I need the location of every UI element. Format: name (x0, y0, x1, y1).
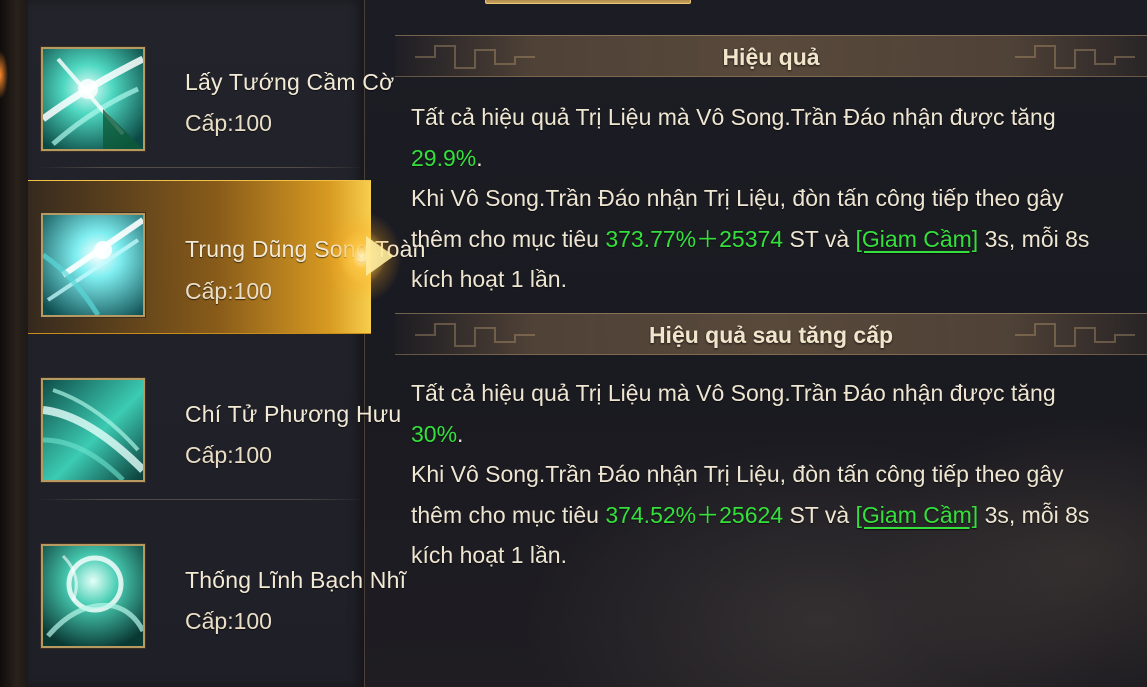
text-segment: ST và (783, 225, 856, 252)
upgrade-effect-title: Hiệu quả sau tăng cấp (648, 322, 894, 348)
skill-level: Cấp:100 (185, 278, 272, 304)
upgrade-effect-header: Hiệu quả sau tăng cấp (395, 313, 1147, 355)
damage-value: 373.77%＋25374 (605, 225, 784, 252)
skill-name: Lấy Tướng Cầm Cờ (185, 69, 395, 95)
damage-value: 374.52%＋25624 (605, 501, 784, 528)
text-segment: Tất cả hiệu quả Trị Liệu mà Vô Song.Trần… (411, 380, 1056, 406)
text-segment: . (457, 420, 464, 447)
skill-level: Cấp:100 (185, 608, 272, 634)
status-link[interactable]: [Giam Cầm] (856, 502, 979, 528)
wind-sweep-icon (41, 378, 145, 482)
green-slash-icon (41, 47, 145, 151)
effect-description: Tất cả hiệu quả Trị Liệu mà Vô Song.Trần… (411, 97, 1101, 300)
top-tab-edge (485, 0, 691, 4)
upgrade-effect-description: Tất cả hiệu quả Trị Liệu mà Vô Song.Trần… (411, 373, 1101, 576)
skill-item-lay-tuong-cam-co[interactable]: Lấy Tướng Cầm Cờ Cấp:100 (28, 14, 394, 168)
effect-value: 29.9% (411, 144, 477, 171)
skill-level: Cấp:100 (185, 110, 272, 136)
text-segment: ST và (783, 501, 856, 528)
effect-value: 30% (411, 420, 458, 447)
divider (38, 167, 365, 168)
text-segment: Tất cả hiệu quả Trị Liệu mà Vô Song.Trần… (411, 104, 1056, 130)
effect-header: Hiệu quả (395, 35, 1147, 77)
skill-name: Trung Dũng Song Toàn (185, 236, 426, 262)
skill-name: Thống Lĩnh Bạch Nhĩ (185, 567, 407, 593)
text-segment: . (476, 144, 483, 171)
skill-item-thong-linh-bach-nhi[interactable]: Thống Lĩnh Bạch Nhĩ Cấp:100 (28, 512, 406, 666)
skill-name: Chí Tử Phương Hưu (185, 401, 402, 427)
skill-level: Cấp:100 (185, 442, 272, 468)
skill-item-trung-dung-song-toan[interactable]: Trung Dũng Song Toàn Cấp:100 (28, 180, 425, 334)
frame-left-edge (0, 0, 30, 687)
skill-item-chi-tu-phuong-huu[interactable]: Chí Tử Phương Hưu Cấp:100 (28, 346, 401, 500)
effect-title: Hiệu quả (722, 44, 820, 70)
ember-glow (0, 50, 10, 100)
divider (38, 499, 365, 500)
ice-strike-icon (41, 213, 145, 317)
spirit-orb-icon (41, 544, 145, 648)
skill-list: Lấy Tướng Cầm Cờ Cấp:100 Trung Dũng Song… (28, 0, 425, 687)
status-link[interactable]: [Giam Cầm] (856, 226, 979, 252)
